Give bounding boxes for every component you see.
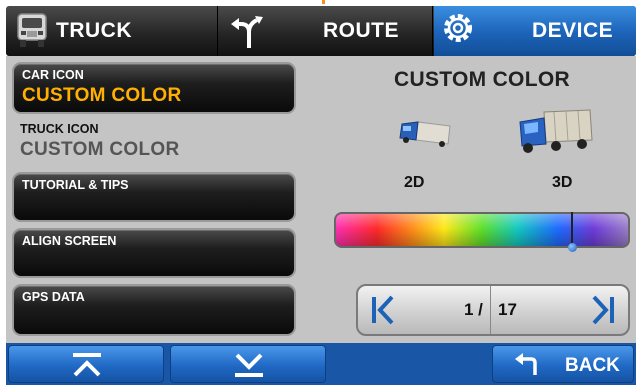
top-accent-mark [322, 0, 325, 4]
view-3d-label: 3D [552, 174, 573, 191]
tab-route[interactable]: ROUTE [219, 6, 433, 56]
tutorial-tips-label: TUTORIAL & TIPS [22, 178, 129, 192]
scroll-up-button[interactable] [8, 345, 164, 383]
align-screen-button[interactable]: ALIGN SCREEN [12, 228, 296, 278]
color-hue-slider[interactable] [334, 212, 630, 252]
chevron-down-icon [233, 351, 265, 384]
bottom-nav-bar: BACK [6, 343, 636, 385]
truck-2d-preview-icon [398, 114, 454, 155]
back-label: BACK [565, 355, 620, 376]
truck-icon-setting: TRUCK ICON CUSTOM COLOR [20, 122, 179, 161]
car-icon-button[interactable]: CAR ICON CUSTOM COLOR [12, 62, 296, 114]
truck-icon-caption: TRUCK ICON [20, 122, 99, 136]
truck-3d-preview-icon [516, 106, 596, 161]
car-icon-caption: CAR ICON [22, 68, 84, 82]
chevron-up-icon [71, 351, 103, 384]
align-screen-label: ALIGN SCREEN [22, 234, 117, 248]
device-settings-panel: CAR ICON CUSTOM COLOR TRUCK ICON CUSTOM … [6, 56, 636, 343]
truck-icon-value: CUSTOM COLOR [20, 139, 180, 160]
current-page-number: 1 / [464, 300, 483, 319]
gps-data-button[interactable]: GPS DATA [12, 284, 296, 336]
tab-device-label: DEVICE [532, 19, 614, 42]
truck-icon [14, 12, 50, 56]
pager-divider [490, 286, 491, 334]
car-icon-value: CUSTOM COLOR [22, 85, 182, 106]
page-selector: 1 / 17 [356, 284, 630, 336]
tab-truck-label: TRUCK [56, 19, 132, 42]
total-page-count: 17 [498, 300, 517, 319]
scroll-down-button[interactable] [170, 345, 326, 383]
gps-data-label: GPS DATA [22, 290, 85, 304]
hue-slider-handle[interactable] [568, 243, 577, 252]
tutorial-tips-button[interactable]: TUTORIAL & TIPS [12, 172, 296, 222]
tab-truck[interactable]: TRUCK [6, 6, 218, 56]
back-arrow-icon [513, 353, 539, 382]
view-2d-label: 2D [404, 174, 425, 191]
route-fork-icon [229, 14, 269, 56]
tab-route-label: ROUTE [323, 19, 399, 42]
back-button[interactable]: BACK [492, 345, 634, 383]
tab-device[interactable]: DEVICE [434, 6, 636, 56]
preview-title: CUSTOM COLOR [394, 68, 570, 91]
top-tab-bar: TRUCK ROUTE DEVICE [6, 6, 636, 56]
hue-gradient-track[interactable] [334, 212, 630, 248]
previous-page-icon[interactable] [368, 294, 398, 331]
next-page-icon[interactable] [588, 294, 618, 331]
gear-icon [442, 12, 474, 50]
